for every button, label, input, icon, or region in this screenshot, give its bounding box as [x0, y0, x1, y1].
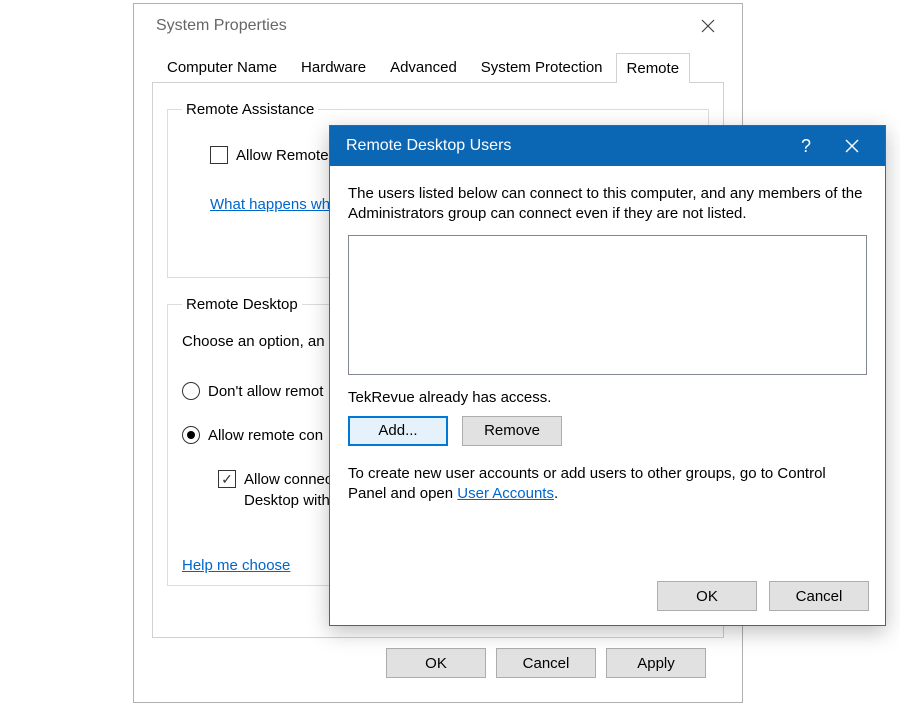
tab-remote[interactable]: Remote	[616, 53, 691, 83]
rdu-access-note: TekRevue already has access.	[348, 389, 867, 406]
remote-desktop-legend: Remote Desktop	[182, 296, 302, 313]
rdu-cancel-button[interactable]: Cancel	[769, 581, 869, 611]
close-icon	[701, 19, 715, 33]
tab-hardware[interactable]: Hardware	[290, 52, 377, 82]
sysprops-title: System Properties	[156, 17, 688, 35]
rdu-hint: To create new user accounts or add users…	[348, 464, 867, 505]
radio-allow-label: Allow remote con	[208, 427, 323, 444]
close-icon	[845, 139, 859, 153]
checkbox-icon: ✓	[218, 470, 236, 488]
sysprops-button-row: OK Cancel Apply	[152, 638, 724, 678]
rdu-close-button[interactable]	[829, 126, 875, 166]
sysprops-cancel-button[interactable]: Cancel	[496, 648, 596, 678]
radio-icon	[182, 382, 200, 400]
rdu-hint-after: .	[554, 485, 558, 502]
rdu-add-button[interactable]: Add...	[348, 416, 448, 446]
rdu-body: The users listed below can connect to th…	[330, 166, 885, 567]
tab-system-protection[interactable]: System Protection	[470, 52, 614, 82]
user-accounts-link[interactable]: User Accounts	[457, 485, 554, 502]
rdu-description: The users listed below can connect to th…	[348, 184, 867, 225]
remote-assistance-legend: Remote Assistance	[182, 101, 318, 118]
sysprops-close-button[interactable]	[688, 6, 728, 46]
tab-advanced[interactable]: Advanced	[379, 52, 468, 82]
rdu-hint-before: To create new user accounts or add users…	[348, 465, 826, 502]
nla-label-line1: Allow connect	[244, 471, 337, 488]
rdu-help-button[interactable]: ?	[783, 136, 829, 157]
checkbox-icon	[210, 146, 228, 164]
rdu-footer: OK Cancel	[330, 567, 885, 625]
sysprops-ok-button[interactable]: OK	[386, 648, 486, 678]
rdu-titlebar: Remote Desktop Users ?	[330, 126, 885, 166]
help-me-choose-link[interactable]: Help me choose	[182, 557, 290, 574]
sysprops-apply-button[interactable]: Apply	[606, 648, 706, 678]
tab-computer-name[interactable]: Computer Name	[156, 52, 288, 82]
rdu-title: Remote Desktop Users	[346, 137, 783, 155]
sysprops-tabs: Computer Name Hardware Advanced System P…	[152, 52, 724, 83]
radio-icon	[182, 426, 200, 444]
rdu-ok-button[interactable]: OK	[657, 581, 757, 611]
sysprops-titlebar: System Properties	[134, 4, 742, 48]
rdu-add-remove-row: Add... Remove	[348, 416, 867, 446]
rdu-user-list[interactable]	[348, 235, 867, 375]
remote-desktop-users-dialog: Remote Desktop Users ? The users listed …	[329, 125, 886, 626]
rdu-remove-button[interactable]: Remove	[462, 416, 562, 446]
radio-disallow-label: Don't allow remot	[208, 383, 323, 400]
what-happens-link[interactable]: What happens when	[210, 196, 347, 213]
